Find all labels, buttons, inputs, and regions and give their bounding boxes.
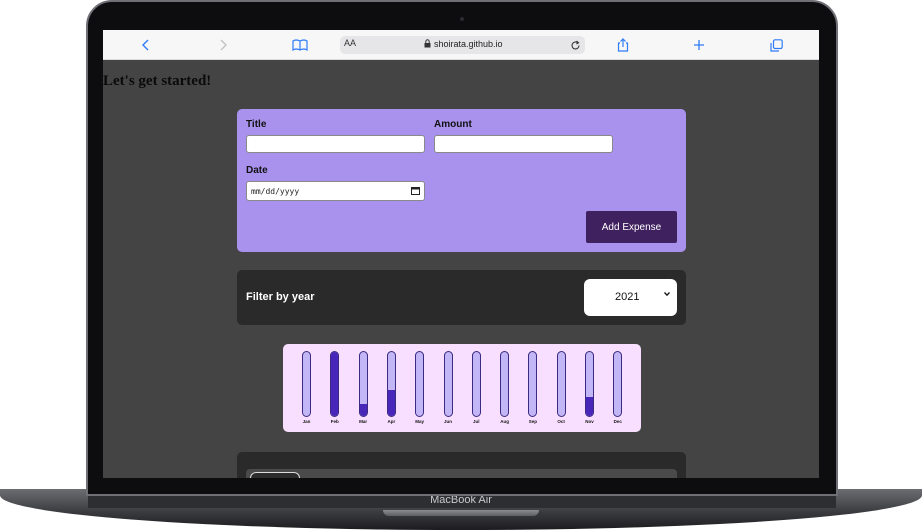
chart-bar-label: Feb xyxy=(330,419,339,424)
chart-bar-label: Dec xyxy=(613,419,622,424)
amount-input[interactable] xyxy=(434,135,613,153)
page-title: Let's get started! xyxy=(103,73,212,89)
chart-bar-track xyxy=(585,351,594,417)
chart-bar-track xyxy=(528,351,538,417)
date-label: Date xyxy=(246,165,268,176)
chart-bar-track xyxy=(415,351,425,417)
address-bar[interactable]: AA shoirata.github.io xyxy=(340,36,585,54)
tabs-icon[interactable] xyxy=(765,36,787,54)
share-icon[interactable] xyxy=(612,36,634,54)
chart-bar-label: Nov xyxy=(585,419,594,424)
chart-bar-track xyxy=(358,351,368,417)
filter-label: Filter by year xyxy=(246,291,315,303)
bookmarks-icon[interactable] xyxy=(289,36,311,54)
url-text: shoirata.github.io xyxy=(434,39,503,49)
back-icon[interactable] xyxy=(135,36,157,54)
chart-bar-fill xyxy=(359,404,367,416)
amount-label: Amount xyxy=(434,119,472,130)
lock-icon xyxy=(424,39,431,50)
chart-bar-fill xyxy=(387,390,395,416)
chart-bar-track xyxy=(386,351,396,417)
calendar-icon[interactable] xyxy=(411,186,420,197)
forward-icon[interactable] xyxy=(212,36,234,54)
chart-bar-track xyxy=(302,351,311,417)
expenses-chart: Jan Feb Mar Apr May Jun Jul Aug Sep Oct Nov Dec xyxy=(283,344,641,432)
chevron-down-icon xyxy=(663,290,671,300)
reader-mode-button[interactable]: AA xyxy=(344,38,356,48)
selected-year: 2021 xyxy=(615,291,640,303)
add-expense-button[interactable]: Add Expense xyxy=(586,211,677,243)
chart-bar-track xyxy=(613,351,623,417)
chart-bar-label: May xyxy=(415,419,425,424)
chart-bar-track xyxy=(330,351,340,417)
date-placeholder: mm/dd/yyyy xyxy=(251,186,300,196)
chart-bar-track xyxy=(443,351,453,417)
chart-bar-track xyxy=(556,351,566,417)
camera xyxy=(460,17,464,21)
expense-list xyxy=(237,452,686,478)
expenses-filter: Filter by year 2021 xyxy=(237,270,686,325)
chart-bar-label: Sep xyxy=(528,419,538,424)
date-input[interactable]: mm/dd/yyyy xyxy=(246,181,425,201)
year-select[interactable]: 2021 xyxy=(584,279,677,316)
chart-bar-fill xyxy=(586,397,593,416)
chart-bar-label: Aug xyxy=(500,419,509,424)
laptop-notch xyxy=(383,510,539,516)
chart-bar-label: Jul xyxy=(473,419,480,424)
chart-bar-label: Jun xyxy=(443,419,452,424)
chart-bar-fill xyxy=(331,352,339,416)
chart-bar-label: Apr xyxy=(387,419,396,424)
screen: AA shoirata.github.io Let's get started!… xyxy=(103,30,819,478)
chart-bar-track xyxy=(471,351,481,417)
chart-bar-label: Jan xyxy=(302,419,311,424)
new-tab-icon[interactable] xyxy=(688,36,710,54)
expense-item xyxy=(246,469,677,478)
title-label: Title xyxy=(246,119,267,130)
browser-toolbar: AA shoirata.github.io xyxy=(103,30,819,60)
expense-date-badge xyxy=(250,472,300,478)
chart-bar-label: Oct xyxy=(557,419,565,424)
new-expense-form: Title Amount Date mm/dd/yyyy Add Expense xyxy=(237,109,686,252)
chart-bar-label: Mar xyxy=(359,419,368,424)
chart-bar-track xyxy=(500,351,510,417)
title-input[interactable] xyxy=(246,135,425,153)
reload-icon[interactable] xyxy=(570,37,581,54)
